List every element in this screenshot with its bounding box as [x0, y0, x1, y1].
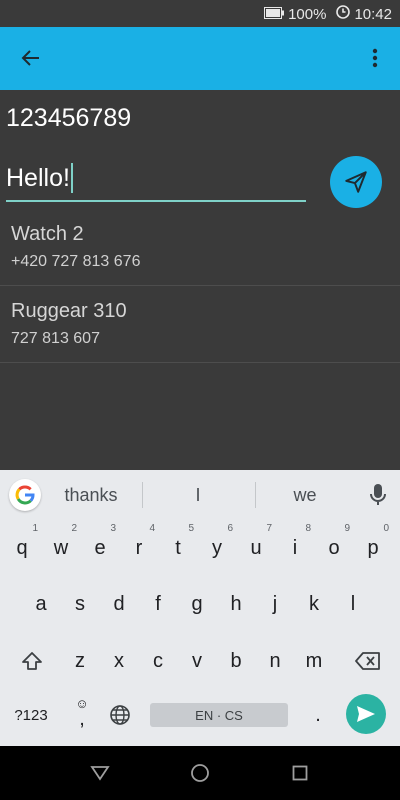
square-recents-icon: [292, 765, 308, 781]
key-hint: 8: [305, 523, 311, 534]
contact-name: Watch 2: [11, 223, 84, 245]
google-icon[interactable]: [9, 479, 41, 511]
key-label: p: [367, 536, 379, 559]
text-cursor: [70, 163, 73, 193]
key-s[interactable]: s: [60, 575, 100, 633]
clock: 10:42: [354, 5, 392, 23]
shift-key[interactable]: [10, 632, 54, 690]
suggestion-1[interactable]: thanks: [50, 485, 132, 506]
soft-keyboard: thanks I we 1q2w3e4r5t6y7u8i9o0p asdfghj…: [0, 470, 400, 746]
suggestion-divider: [142, 482, 143, 508]
home-nav-button[interactable]: [187, 760, 213, 786]
key-i[interactable]: 8i: [275, 519, 315, 577]
battery-level: 100%: [288, 5, 327, 23]
recipient-number[interactable]: 123456789: [6, 104, 131, 133]
app-bar: [0, 27, 400, 90]
key-j[interactable]: j: [255, 575, 295, 633]
key-y[interactable]: 6y: [197, 519, 237, 577]
arrow-back-icon: [21, 50, 39, 66]
key-hint: 6: [227, 523, 233, 534]
key-x[interactable]: x: [99, 632, 139, 690]
key-label: i: [292, 536, 298, 559]
back-button[interactable]: [14, 41, 48, 75]
back-nav-button[interactable]: [87, 760, 113, 786]
key-h[interactable]: h: [216, 575, 256, 633]
key-hint: 1: [32, 523, 38, 534]
suggestion-3[interactable]: we: [264, 485, 346, 506]
shift-icon: [22, 652, 42, 670]
contact-item[interactable]: Ruggear 310 727 813 607: [0, 286, 400, 363]
emoji-hint-icon: ☺: [75, 696, 89, 711]
recents-nav-button[interactable]: [287, 760, 313, 786]
key-label: q: [16, 536, 28, 559]
key-w[interactable]: 2w: [41, 519, 81, 577]
backspace-icon: [355, 652, 380, 670]
contact-phone: +420 727 813 676: [11, 253, 141, 270]
triangle-back-icon: [90, 766, 110, 781]
battery-icon: [264, 6, 285, 23]
key-label: u: [250, 536, 262, 559]
key-m[interactable]: m: [294, 632, 334, 690]
key-label: o: [328, 536, 340, 559]
message-text: Hello!: [6, 164, 70, 192]
globe-key[interactable]: [100, 686, 140, 744]
key-hint: 5: [188, 523, 194, 534]
circle-home-icon: [191, 764, 209, 782]
key-q[interactable]: 1q: [2, 519, 42, 577]
key-v[interactable]: v: [177, 632, 217, 690]
key-hint: 0: [383, 523, 389, 534]
send-button[interactable]: [330, 156, 382, 208]
overflow-menu-button[interactable]: [360, 41, 390, 75]
key-c[interactable]: c: [138, 632, 178, 690]
contact-item[interactable]: Watch 2 +420 727 813 676: [0, 209, 400, 286]
send-icon: [357, 706, 375, 722]
more-vert-icon: [372, 48, 378, 68]
key-label: t: [175, 536, 181, 559]
key-label: r: [135, 536, 143, 559]
key-p[interactable]: 0p: [353, 519, 393, 577]
period-key[interactable]: .: [298, 686, 338, 744]
key-d[interactable]: d: [99, 575, 139, 633]
key-label: w: [53, 536, 69, 559]
key-label: y: [212, 536, 222, 559]
alarm-icon: [336, 5, 351, 23]
key-g[interactable]: g: [177, 575, 217, 633]
key-o[interactable]: 9o: [314, 519, 354, 577]
key-hint: 3: [110, 523, 116, 534]
key-hint: 4: [149, 523, 155, 534]
key-u[interactable]: 7u: [236, 519, 276, 577]
key-e[interactable]: 3e: [80, 519, 120, 577]
key-k[interactable]: k: [294, 575, 334, 633]
symbols-key[interactable]: ?123: [6, 686, 56, 744]
key-label: e: [94, 536, 106, 559]
key-hint: 9: [344, 523, 350, 534]
backspace-key[interactable]: [346, 632, 390, 690]
contact-phone: 727 813 607: [11, 330, 100, 347]
globe-icon: [110, 705, 130, 725]
mic-icon[interactable]: [366, 482, 390, 508]
key-hint: 2: [71, 523, 77, 534]
status-bar: 100% 10:42: [0, 0, 400, 27]
navigation-bar: [0, 746, 400, 800]
contact-name: Ruggear 310: [11, 300, 127, 322]
key-r[interactable]: 4r: [119, 519, 159, 577]
key-a[interactable]: a: [21, 575, 61, 633]
key-n[interactable]: n: [255, 632, 295, 690]
key-l[interactable]: l: [333, 575, 373, 633]
key-t[interactable]: 5t: [158, 519, 198, 577]
suggestion-strip: thanks I we: [0, 470, 400, 520]
keyboard-send-key[interactable]: [346, 694, 386, 734]
message-field[interactable]: Hello!: [6, 160, 306, 202]
key-hint: 7: [266, 523, 272, 534]
space-key[interactable]: EN · CS: [150, 703, 288, 727]
send-icon: [345, 171, 367, 193]
key-z[interactable]: z: [60, 632, 100, 690]
comma-key[interactable]: ☺ ,: [62, 686, 102, 744]
key-f[interactable]: f: [138, 575, 178, 633]
suggestion-2[interactable]: I: [157, 485, 239, 506]
key-b[interactable]: b: [216, 632, 256, 690]
suggestion-divider: [255, 482, 256, 508]
